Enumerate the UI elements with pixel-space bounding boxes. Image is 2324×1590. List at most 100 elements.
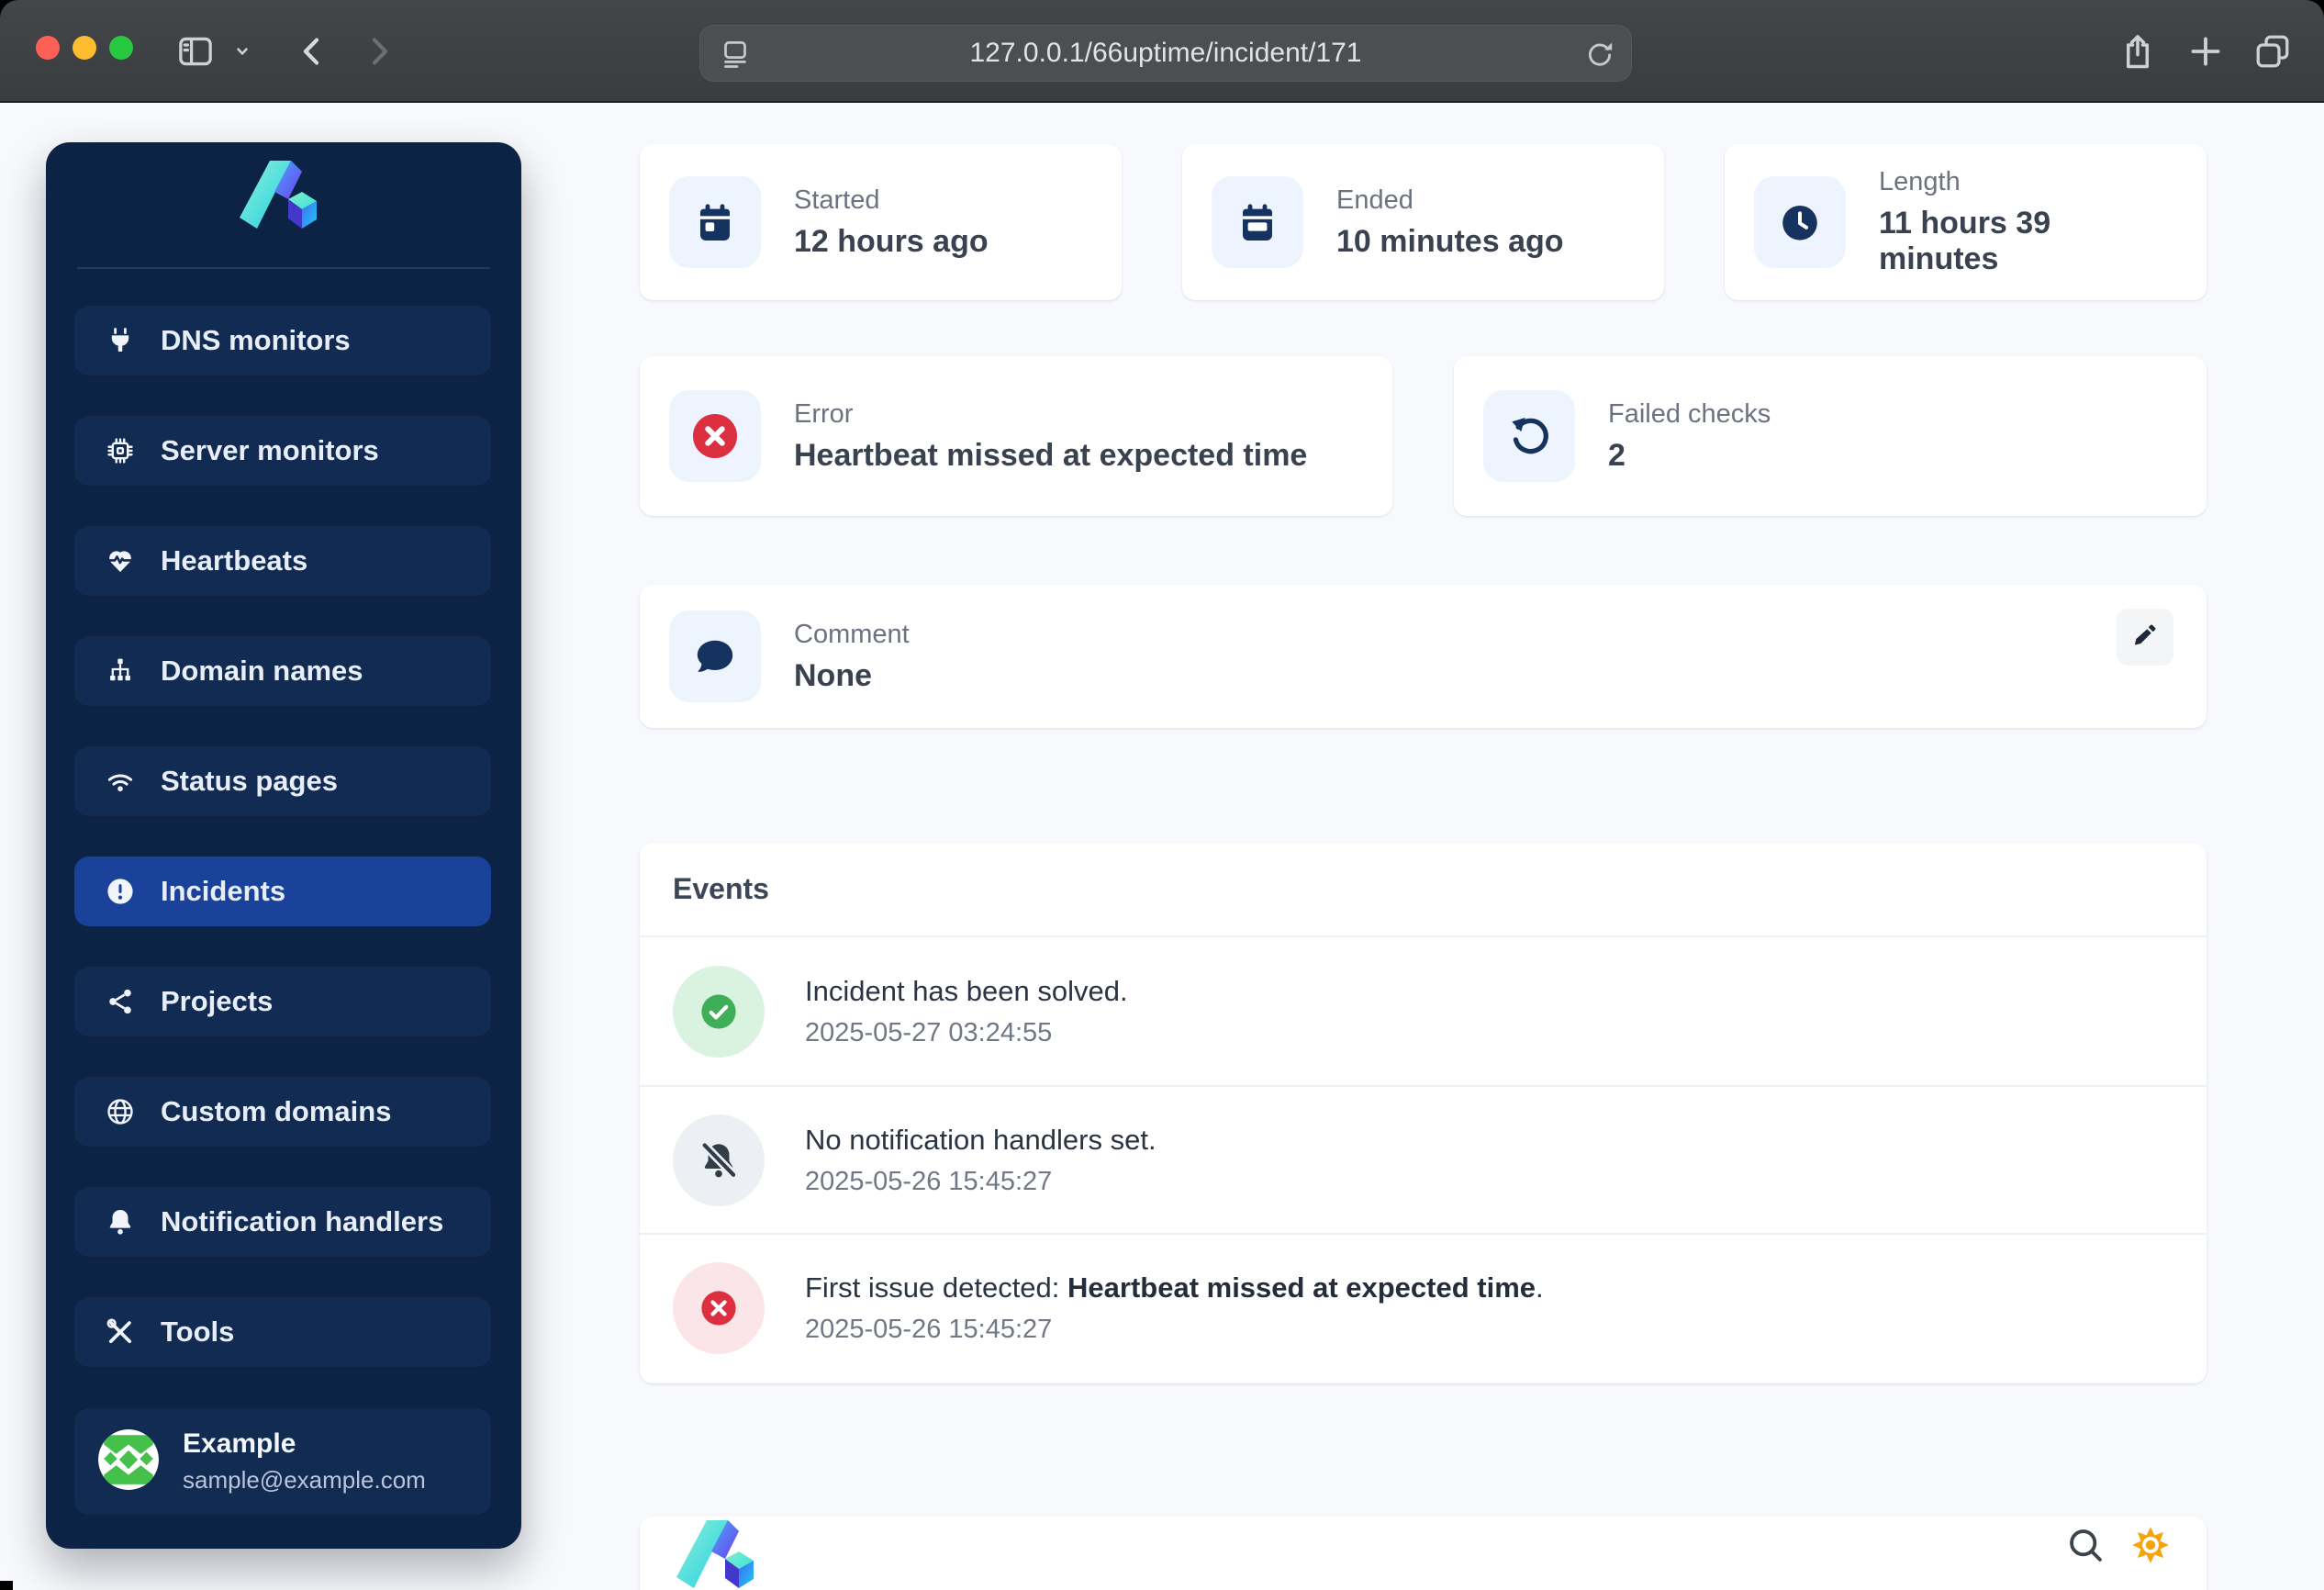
- minimize-window-button[interactable]: [73, 36, 96, 60]
- events-title: Events: [640, 843, 2207, 937]
- sidebar-item-label: Domain names: [161, 655, 363, 687]
- new-tab-icon[interactable]: [2182, 28, 2229, 75]
- profile-name: Example: [183, 1428, 296, 1459]
- user-profile[interactable]: Example sample@example.com: [74, 1408, 491, 1515]
- sidebar-item-status-pages[interactable]: Status pages: [74, 746, 491, 816]
- bell-slash-icon: [673, 1114, 765, 1206]
- stat-label: Failed checks: [1608, 398, 1771, 429]
- clock-icon: [1754, 176, 1846, 268]
- sidebar-item-label: Tools: [161, 1316, 235, 1348]
- started-card: Started 12 hours ago: [640, 144, 1122, 300]
- tab-overview-icon[interactable]: [2249, 28, 2296, 75]
- website-settings-icon[interactable]: [719, 38, 752, 78]
- sidebar-item-custom-domains[interactable]: Custom domains: [74, 1077, 491, 1147]
- sidebar-item-heartbeats[interactable]: Heartbeats: [74, 526, 491, 596]
- page-footer: [640, 1517, 2207, 1590]
- screenshot-canvas: 127.0.0.1/66uptime/incident/171 DNS moni…: [0, 0, 2324, 1590]
- screwdriver-wrench-icon: [102, 1316, 139, 1348]
- event-row-no-handlers: No notification handlers set. 2025-05-26…: [640, 1085, 2207, 1233]
- wifi-icon: [102, 766, 139, 797]
- stat-value: None: [794, 657, 872, 693]
- sidebar-item-label: Status pages: [161, 765, 338, 797]
- sidebar-toggle-icon[interactable]: [172, 28, 219, 75]
- back-icon[interactable]: [289, 28, 337, 75]
- events-card: Events Incident has been solved. 2025-05…: [640, 843, 2207, 1383]
- globe-icon: [102, 1096, 139, 1127]
- sidebar-divider: [77, 267, 490, 269]
- sidebar-nav: DNS monitors Server monitors Heartbeats: [74, 306, 491, 1367]
- calendar-week-icon: [1212, 176, 1303, 268]
- sidebar-item-projects[interactable]: Projects: [74, 967, 491, 1036]
- refresh-icon[interactable]: [1583, 38, 1616, 78]
- chevron-down-icon[interactable]: [224, 28, 261, 75]
- event-timestamp: 2025-05-26 15:45:27: [805, 1314, 1053, 1344]
- error-card: Error Heartbeat missed at expected time: [640, 356, 1392, 516]
- circle-xmark-icon: [669, 390, 761, 482]
- window-controls: [36, 36, 133, 60]
- rotate-left-icon: [1483, 390, 1575, 482]
- circle-xmark-icon: [673, 1261, 765, 1354]
- sidebar-item-dns-monitors[interactable]: DNS monitors: [74, 306, 491, 375]
- heart-pulse-icon: [102, 545, 139, 577]
- share-nodes-icon: [102, 986, 139, 1017]
- theme-sun-icon[interactable]: [2128, 1522, 2173, 1573]
- forward-icon[interactable]: [354, 28, 402, 75]
- sidebar-item-label: Incidents: [161, 875, 286, 907]
- profile-email: sample@example.com: [183, 1466, 426, 1494]
- comment-card: Comment None: [640, 585, 2207, 728]
- bell-icon: [102, 1206, 139, 1237]
- calendar-day-icon: [669, 176, 761, 268]
- sidebar-item-label: Server monitors: [161, 434, 379, 466]
- stat-value: 2: [1608, 437, 1626, 473]
- sidebar-item-label: Custom domains: [161, 1095, 392, 1127]
- sitemap-icon: [102, 655, 139, 687]
- plug-icon: [102, 325, 139, 356]
- stat-label: Error: [794, 398, 854, 429]
- browser-window: 127.0.0.1/66uptime/incident/171 DNS moni…: [0, 0, 2324, 1590]
- comment-icon: [669, 610, 761, 702]
- edit-comment-button[interactable]: [2117, 609, 2173, 666]
- stat-label: Comment: [794, 619, 910, 649]
- sidebar-item-label: Notification handlers: [161, 1205, 444, 1237]
- footer-logo: [675, 1520, 766, 1590]
- sidebar-item-incidents[interactable]: Incidents: [74, 857, 491, 926]
- sidebar-item-label: DNS monitors: [161, 324, 351, 356]
- microchip-icon: [102, 435, 139, 466]
- close-window-button[interactable]: [36, 36, 60, 60]
- circle-exclamation-icon: [102, 876, 139, 907]
- pencil-icon: [2131, 621, 2159, 654]
- search-icon[interactable]: [2064, 1524, 2106, 1571]
- incident-detail: Started 12 hours ago Ended 10 minutes ag…: [640, 103, 2207, 1590]
- ended-card: Ended 10 minutes ago: [1182, 144, 1664, 300]
- event-timestamp: 2025-05-27 03:24:55: [805, 1017, 1053, 1047]
- event-text: First issue detected: Heartbeat missed a…: [805, 1271, 1544, 1304]
- zoom-window-button[interactable]: [109, 36, 133, 60]
- stat-label: Length: [1879, 167, 1961, 196]
- stat-value: 11 hours 39 minutes: [1879, 206, 2051, 276]
- failed-checks-card: Failed checks 2: [1454, 356, 2207, 516]
- address-bar[interactable]: 127.0.0.1/66uptime/incident/171: [699, 25, 1632, 82]
- event-row-first-issue: First issue detected: Heartbeat missed a…: [640, 1233, 2207, 1381]
- app-logo: [46, 161, 521, 252]
- circle-check-icon: [673, 965, 765, 1058]
- sidebar-item-server-monitors[interactable]: Server monitors: [74, 416, 491, 486]
- avatar: [98, 1428, 159, 1495]
- stat-value: 12 hours ago: [794, 223, 989, 259]
- sidebar: DNS monitors Server monitors Heartbeats: [46, 142, 521, 1549]
- sidebar-item-notification-handlers[interactable]: Notification handlers: [74, 1187, 491, 1257]
- event-timestamp: 2025-05-26 15:45:27: [805, 1166, 1053, 1196]
- event-row-solved: Incident has been solved. 2025-05-27 03:…: [640, 937, 2207, 1085]
- event-text: No notification handlers set.: [805, 1123, 1156, 1156]
- share-icon[interactable]: [2114, 28, 2162, 75]
- url-text: 127.0.0.1/66uptime/incident/171: [969, 38, 1362, 68]
- app-page: DNS monitors Server monitors Heartbeats: [0, 103, 2324, 1590]
- stat-label: Ended: [1336, 185, 1413, 215]
- sidebar-item-domain-names[interactable]: Domain names: [74, 636, 491, 706]
- desktop-corner: [0, 1581, 13, 1590]
- sidebar-item-label: Heartbeats: [161, 544, 308, 577]
- stat-label: Started: [794, 185, 880, 215]
- sidebar-item-tools[interactable]: Tools: [74, 1297, 491, 1367]
- stat-value: 10 minutes ago: [1336, 223, 1564, 259]
- event-text: Incident has been solved.: [805, 974, 1128, 1007]
- sidebar-item-label: Projects: [161, 985, 274, 1017]
